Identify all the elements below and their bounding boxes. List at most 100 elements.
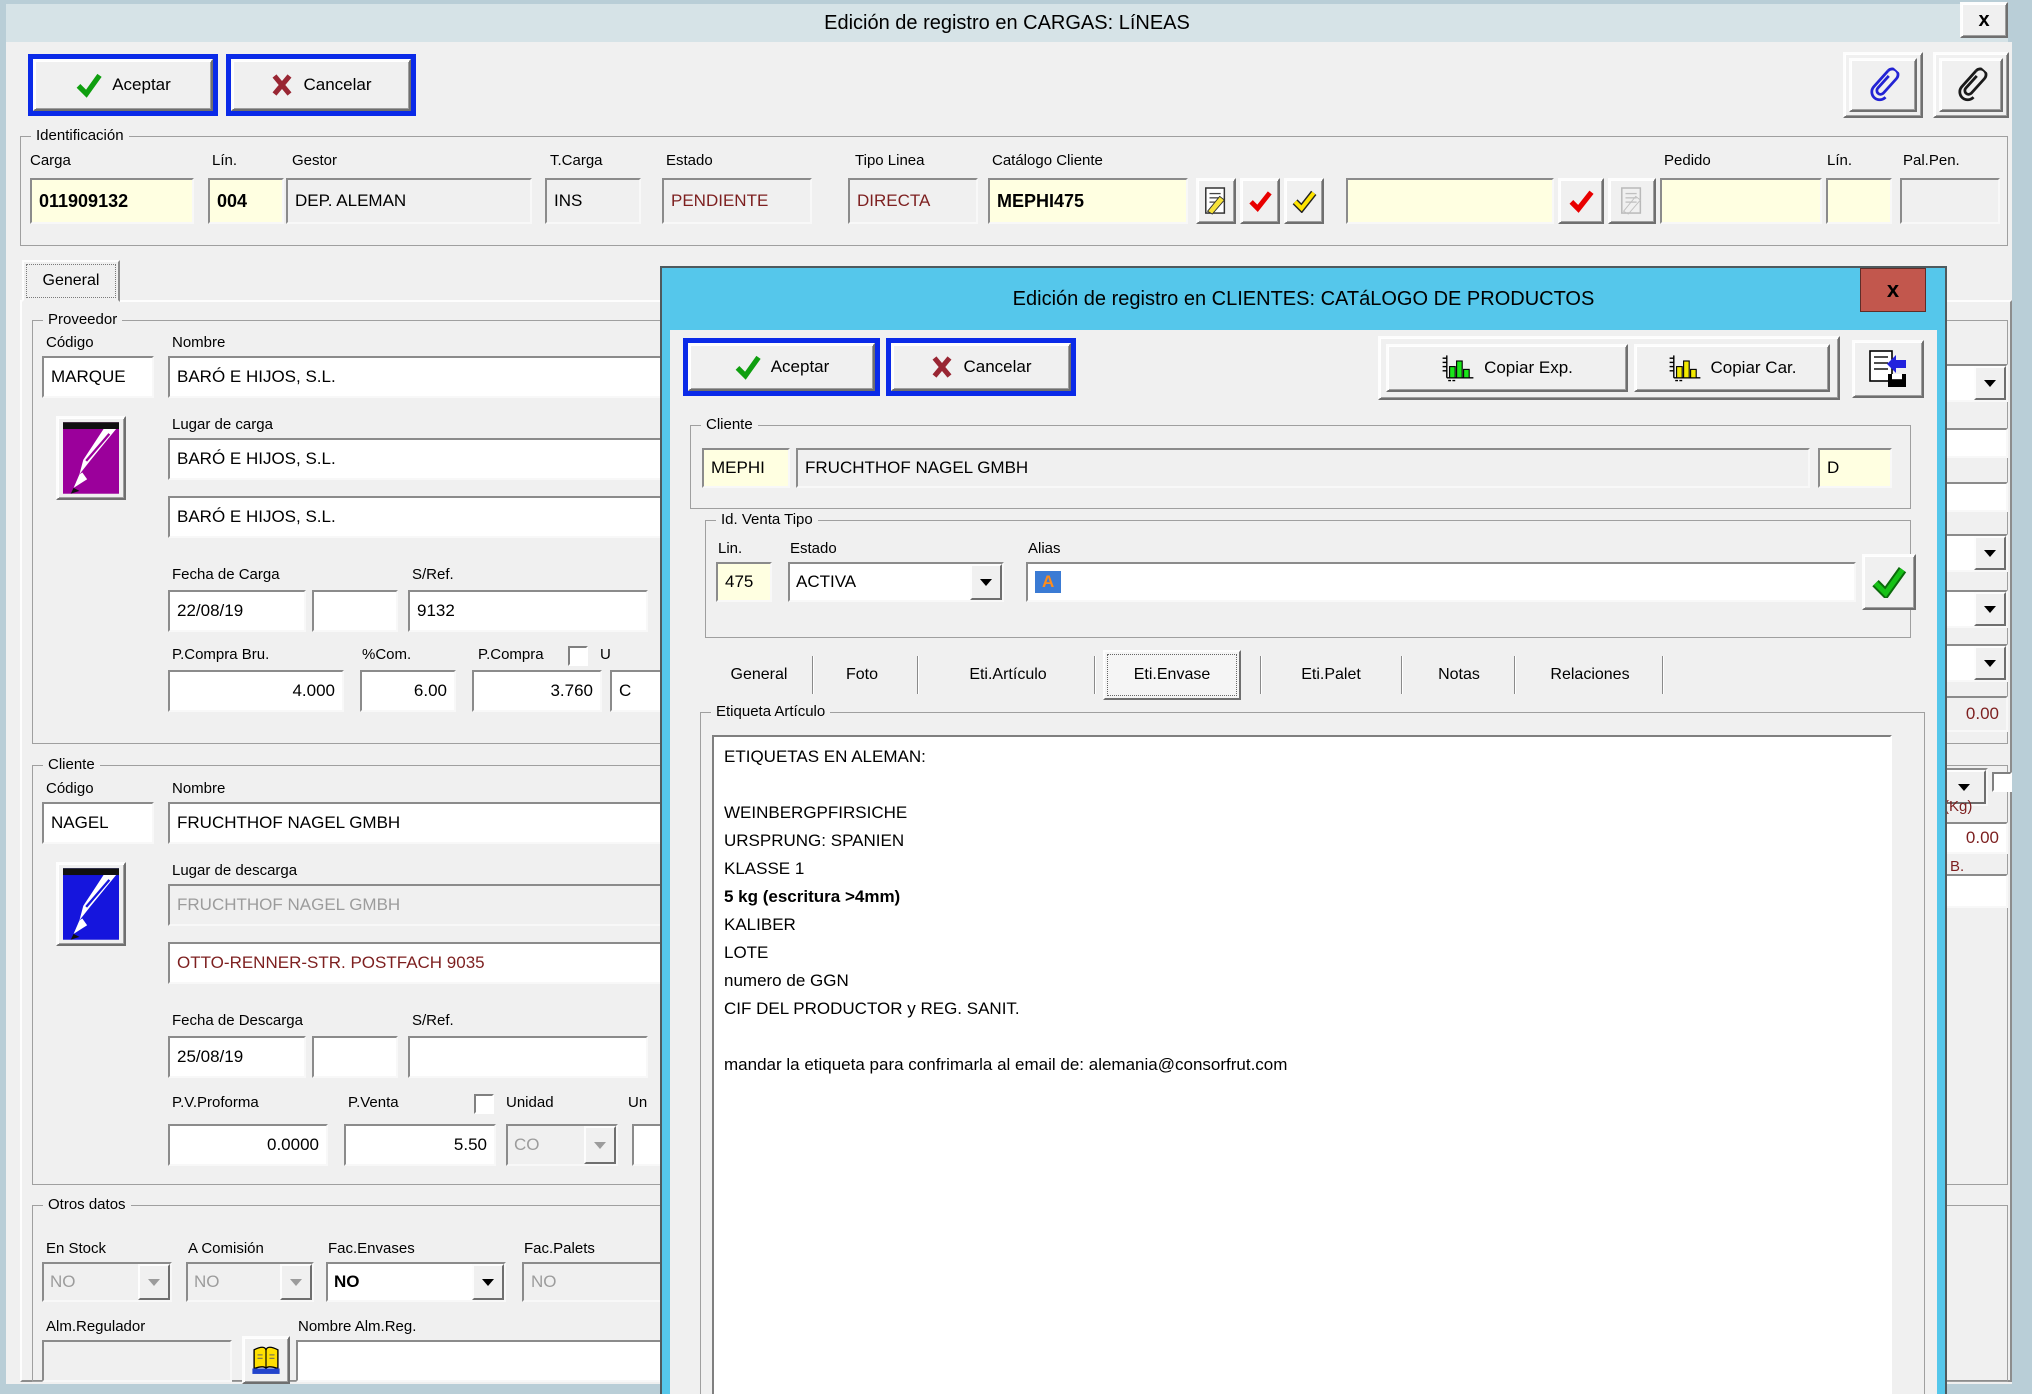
attachment-blue-button[interactable] [1843,52,1923,118]
fac-envases-value: NO [328,1272,472,1292]
estado-field[interactable]: PENDIENTE [662,178,812,224]
main-close-button[interactable]: x [1960,2,2008,38]
tcarga-field[interactable]: INS [545,178,641,224]
extra-yellow-field[interactable] [1346,178,1554,224]
etiqueta-textarea[interactable]: ETIQUETAS EN ALEMAN: WEINBERGPFIRSICHEUR… [712,735,1892,1394]
bg-right-field-2[interactable] [1944,482,2008,512]
copiar-exp-button[interactable]: Copiar Exp. [1386,344,1628,392]
lin2-field[interactable] [1826,178,1892,224]
en-stock-combo[interactable]: NO [42,1262,172,1302]
pcompra-bru-field[interactable]: 4.000 [168,670,344,712]
catalogo-cliente-field[interactable]: MEPHI475 [988,178,1188,224]
tab-relaciones[interactable]: Relaciones [1528,652,1652,698]
chevron-down-icon [980,579,992,586]
gestor-field[interactable]: DEP. ALEMAN [286,178,532,224]
bg-right-field-1[interactable] [1944,428,2008,458]
dialog-cancel-button[interactable]: Cancelar [891,343,1071,391]
alias-confirm-button[interactable] [1862,554,1916,610]
dropdown-button[interactable] [280,1264,312,1300]
a-comision-combo[interactable]: NO [186,1262,314,1302]
tab-foto[interactable]: Foto [818,652,906,698]
dialog-cliente-codigo-field[interactable]: MEPHI [702,448,790,488]
pventa-value: 5.50 [454,1135,487,1155]
main-accept-wrap: Aceptar [28,54,218,116]
cliente-unidad-combo[interactable]: CO [506,1124,618,1166]
fecha-descarga-hora-field[interactable] [312,1036,398,1078]
bg-right-field-3[interactable] [1944,874,2008,908]
dialog-accept-button[interactable]: Aceptar [688,343,875,391]
fecha-carga-hora-field[interactable] [312,590,398,632]
tab-general-main-label: General [43,272,100,290]
tab-eti-envase[interactable]: Eti.Envase [1103,650,1241,700]
bg-right-combo-3[interactable] [1944,590,2008,628]
document-disabled-button[interactable] [1608,178,1656,224]
tab-general-main[interactable]: General [22,260,120,302]
proveedor-sref-field[interactable]: 9132 [408,590,648,632]
bg-right-combo-4[interactable] [1944,644,2008,682]
red-check-button[interactable] [1240,178,1280,224]
lin-field[interactable]: 004 [208,178,284,224]
pedido-field[interactable] [1660,178,1822,224]
dropdown-button[interactable] [1974,366,2006,400]
bg-right-checkbox[interactable] [1992,772,2012,792]
dialog-cliente-codigo-value: MEPHI [711,458,765,478]
pcompra-field[interactable]: 3.760 [472,670,602,712]
nombre-alm-field[interactable] [296,1340,666,1382]
pcompra-checkbox[interactable] [568,646,588,666]
bg-right-amount-2[interactable]: 0.00 [1944,822,2008,854]
proveedor-card-button[interactable] [56,416,126,500]
dialog-estado-combo[interactable]: ACTIVA [788,562,1004,602]
com-field[interactable]: 6.00 [360,670,456,712]
fecha-carga-field[interactable]: 22/08/19 [168,590,306,632]
dialog-cliente-d-field[interactable]: D [1818,448,1892,488]
cliente-card-button[interactable] [56,862,126,946]
edit-catalog-button[interactable] [1196,178,1236,224]
yellow-check-button[interactable] [1284,178,1324,224]
copiar-car-button[interactable]: Copiar Car. [1634,344,1830,392]
cliente-sref-field[interactable] [408,1036,648,1078]
confirm-check-button[interactable] [1558,178,1604,224]
main-cancel-button[interactable]: Cancelar [231,59,411,111]
tab-general[interactable]: General [709,652,809,698]
bg-right-combo-1[interactable] [1944,364,2008,402]
dialog-lin-field[interactable]: 475 [716,562,772,602]
export-save-button[interactable] [1852,340,1924,398]
fac-envases-combo[interactable]: NO [326,1262,506,1302]
dropdown-button[interactable] [472,1264,504,1300]
bg-right-combo-2[interactable] [1944,534,2008,572]
tab-eti-articulo[interactable]: Eti.Artículo [928,652,1088,698]
palpen-field[interactable] [1900,178,2000,224]
tab-eti-palet[interactable]: Eti.Palet [1278,652,1384,698]
dropdown-button[interactable] [1974,536,2006,570]
fecha-descarga-field[interactable]: 25/08/19 [168,1036,306,1078]
carga-field[interactable]: 011909132 [30,178,194,224]
dialog-title: Edición de registro en CLIENTES: CATáLOG… [1013,288,1595,311]
pvproforma-value: 0.0000 [267,1135,319,1155]
attachment-black-button[interactable] [1933,52,2009,118]
cliente-codigo-field[interactable]: NAGEL [42,802,154,844]
alias-field[interactable]: A [1026,562,1856,602]
dropdown-button[interactable] [1974,592,2006,626]
fac-palets-combo[interactable]: NO [522,1262,667,1302]
tcarga-value: INS [554,191,582,211]
tipo-linea-field[interactable]: DIRECTA [848,178,978,224]
dropdown-button[interactable] [1974,646,2006,680]
pventa-field[interactable]: 5.50 [344,1124,496,1166]
alm-regulador-field[interactable] [42,1340,232,1382]
dropdown-button[interactable] [970,564,1002,600]
bg-right-amount-1[interactable]: 0.00 [1944,696,2008,732]
alm-lookup-button[interactable] [242,1336,290,1384]
dialog-close-button[interactable]: x [1860,268,1926,312]
fac-envases-label: Fac.Envases [328,1240,415,1257]
dropdown-button[interactable] [584,1126,616,1164]
tab-notas[interactable]: Notas [1418,652,1500,698]
pvproforma-field[interactable]: 0.0000 [168,1124,328,1166]
pventa-checkbox[interactable] [474,1094,494,1114]
proveedor-codigo-field[interactable]: MARQUE [42,356,154,398]
tab-eti-articulo-label: Eti.Artículo [969,666,1046,684]
alias-label: Alias [1028,540,1061,557]
main-accept-button[interactable]: Aceptar [33,59,213,111]
dropdown-button[interactable] [138,1264,170,1300]
main-titlebar: Edición de registro en CARGAS: LíNEAS [6,4,2008,42]
dialog-cliente-nombre-field[interactable]: FRUCHTHOF NAGEL GMBH [796,448,1810,488]
